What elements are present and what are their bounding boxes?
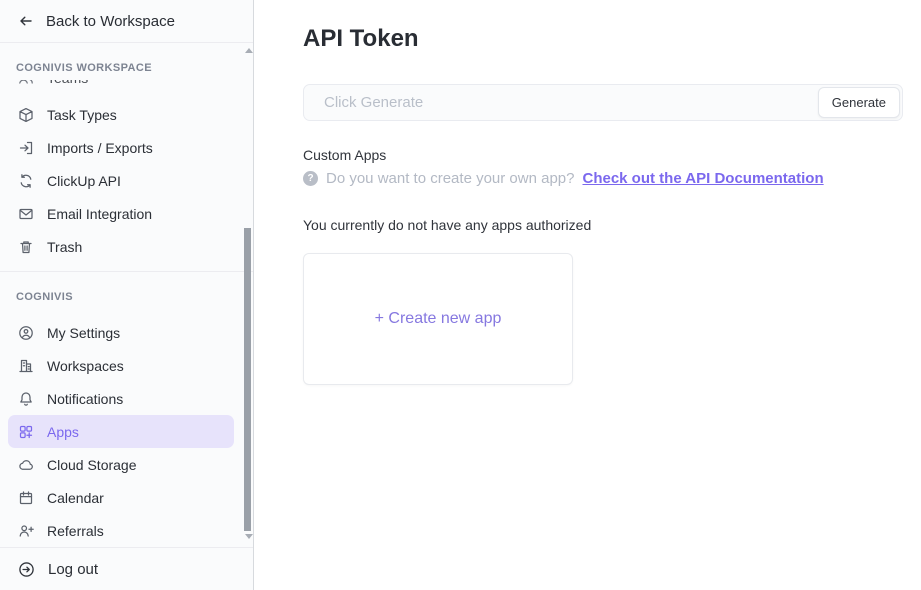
teams-icon [18,80,34,86]
import-icon [18,140,34,156]
section-header-cognivis: COGNIVIS [0,272,253,312]
cloud-icon [18,457,34,473]
back-to-workspace-label: Back to Workspace [46,13,175,30]
sidebar-item-notifications[interactable]: Notifications [0,382,253,415]
trash-icon [18,239,34,255]
section-header-workspace: COGNIVIS WORKSPACE [0,44,253,80]
sidebar-item-label: My Settings [47,325,120,341]
custom-apps-heading: Custom Apps [303,147,921,163]
sidebar-item-label: Calendar [47,490,104,506]
sidebar-item-label: Teams [47,80,88,86]
scrollbar-thumb[interactable] [244,228,251,531]
no-apps-message: You currently do not have any apps autho… [303,217,921,233]
logout-label: Log out [48,561,98,578]
sidebar-item-label: ClickUp API [47,173,121,189]
buildings-icon [18,358,34,374]
clipped-row-container: Teams [0,80,253,91]
api-token-input[interactable] [303,84,903,121]
custom-apps-help-row: ? Do you want to create your own app? Ch… [303,170,921,187]
sidebar-item-label: Notifications [47,391,123,407]
sidebar-item-teams[interactable]: Teams [0,80,253,91]
sidebar-item-clickup-api[interactable]: ClickUp API [0,164,253,197]
sidebar-item-label: Imports / Exports [47,140,153,156]
sidebar-item-referrals[interactable]: Referrals [0,514,253,547]
help-icon: ? [303,171,318,186]
logout-button[interactable]: Log out [0,547,253,590]
sidebar-item-label: Cloud Storage [47,457,137,473]
create-new-app-button[interactable]: + Create new app [303,253,573,385]
sync-icon [18,173,34,189]
sidebar-item-label: Workspaces [47,358,124,374]
back-to-workspace-button[interactable]: Back to Workspace [0,0,253,43]
sidebar-scroll-area: COGNIVIS WORKSPACE Teams Task Types Impo… [0,44,253,548]
apps-grid-icon [18,424,34,440]
sidebar-item-task-types[interactable]: Task Types [0,98,253,131]
custom-apps-question: Do you want to create your own app? [326,170,574,187]
api-documentation-link[interactable]: Check out the API Documentation [582,170,823,187]
bell-icon [18,391,34,407]
cube-icon [18,107,34,123]
sidebar-item-cloud-storage[interactable]: Cloud Storage [0,448,253,481]
sidebar-item-my-settings[interactable]: My Settings [0,316,253,349]
api-token-field-group: Generate [303,84,903,121]
scrollbar-down-arrow-icon[interactable] [245,534,253,539]
generate-button[interactable]: Generate [818,87,900,118]
sidebar-item-label: Task Types [47,107,117,123]
sidebar-item-label: Apps [47,424,79,440]
main-content: API Token Generate Custom Apps ? Do you … [255,0,921,590]
sidebar-item-trash[interactable]: Trash [0,230,253,263]
page-title: API Token [303,25,921,53]
sidebar-item-label: Email Integration [47,206,152,222]
sidebar-item-apps[interactable]: Apps [8,415,234,448]
cognivis-nav-list: My Settings Workspaces Notifications App… [0,316,253,547]
sidebar-item-email-integration[interactable]: Email Integration [0,197,253,230]
sidebar-item-calendar[interactable]: Calendar [0,481,253,514]
sidebar-item-label: Referrals [47,523,104,539]
create-new-app-label: + Create new app [375,310,502,328]
arrow-left-icon [17,12,35,30]
scrollbar-up-arrow-icon[interactable] [245,48,253,53]
sidebar-item-imports-exports[interactable]: Imports / Exports [0,131,253,164]
workspace-nav-list: Task Types Imports / Exports ClickUp API… [0,98,253,263]
logout-icon [18,561,35,578]
user-circle-icon [18,325,34,341]
calendar-icon [18,490,34,506]
user-plus-icon [18,523,34,539]
sidebar-item-label: Trash [47,239,82,255]
envelope-icon [18,206,34,222]
sidebar-item-workspaces[interactable]: Workspaces [0,349,253,382]
sidebar: Back to Workspace COGNIVIS WORKSPACE Tea… [0,0,254,590]
